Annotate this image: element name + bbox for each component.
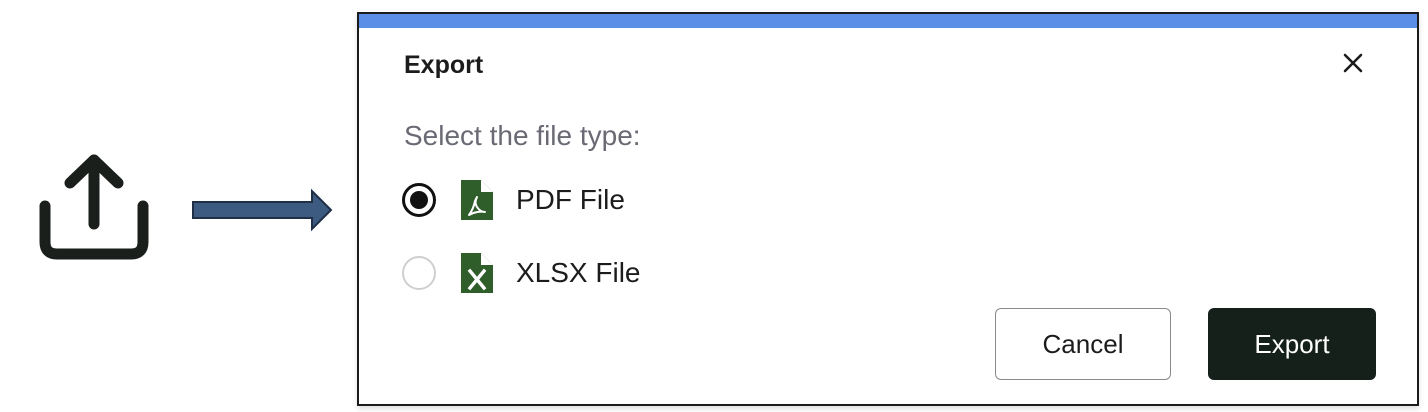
export-dialog: Export Select the file type: PDF File XL…	[357, 12, 1419, 406]
file-type-prompt: Select the file type:	[404, 120, 641, 151]
radio-pdf[interactable]	[402, 183, 436, 217]
option-label-xlsx: XLSX File	[516, 257, 641, 288]
close-icon[interactable]	[1340, 50, 1366, 76]
right-arrow-icon	[192, 188, 333, 232]
radio-xlsx[interactable]	[402, 256, 436, 290]
dialog-title: Export	[404, 51, 484, 79]
radio-dot	[410, 191, 428, 209]
export-button[interactable]: Export	[1208, 308, 1376, 380]
option-pdf[interactable]: PDF File	[402, 176, 625, 224]
option-label-pdf: PDF File	[516, 184, 625, 215]
stage: Export Select the file type: PDF File XL…	[0, 0, 1428, 412]
option-xlsx[interactable]: XLSX File	[402, 249, 641, 297]
pdf-file-icon	[461, 180, 493, 220]
cancel-button[interactable]: Cancel	[995, 308, 1171, 380]
xlsx-file-icon	[461, 253, 493, 293]
share-upload-icon[interactable]	[36, 150, 152, 262]
dialog-accent-bar	[359, 12, 1417, 28]
